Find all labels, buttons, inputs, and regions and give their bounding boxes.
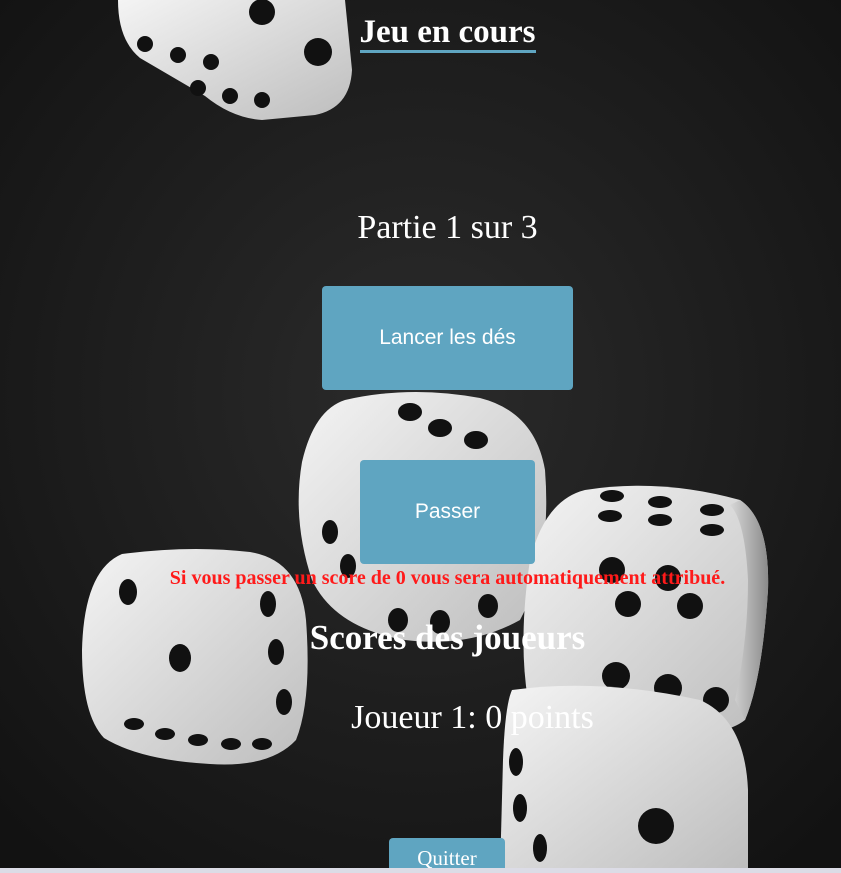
roll-dice-button[interactable]: Lancer les dés <box>322 286 573 390</box>
game-page: Jeu en cours Partie 1 sur 3 Lancer les d… <box>0 0 841 873</box>
round-indicator: Partie 1 sur 3 <box>357 209 538 246</box>
pass-button[interactable]: Passer <box>360 460 535 564</box>
scores-heading: Scores des joueurs <box>309 618 586 657</box>
window-bottom-edge <box>0 868 841 873</box>
page-title-text: Jeu en cours <box>359 14 536 53</box>
pass-warning-text: Si vous passer un score de 0 vous sera a… <box>169 567 726 589</box>
player-score: Joueur 1: 0 points <box>351 699 594 736</box>
page-title: Jeu en cours <box>0 12 841 53</box>
